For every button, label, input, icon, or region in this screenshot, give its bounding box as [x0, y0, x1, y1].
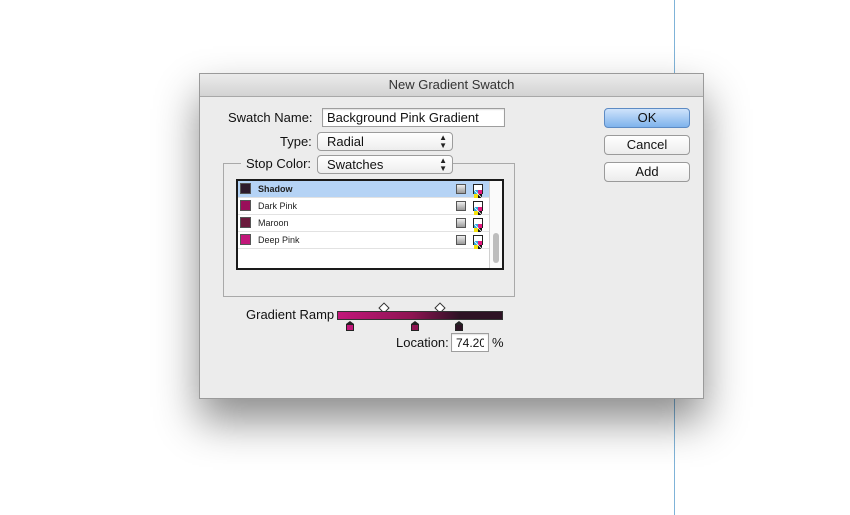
location-unit: %	[492, 335, 504, 350]
cmyk-mode-icon	[456, 201, 466, 211]
swatch-row-shadow[interactable]: Shadow	[238, 181, 489, 199]
stop-color-label: Stop Color:	[246, 156, 312, 171]
ok-button[interactable]: OK	[604, 108, 690, 128]
cmyk-mode-icon	[456, 218, 466, 228]
gradient-stop-2-selected[interactable]	[455, 321, 463, 331]
swatch-row-maroon[interactable]: Maroon	[238, 215, 489, 233]
swatch-name-label: Swatch Name:	[228, 110, 313, 125]
gradient-stop-1[interactable]	[411, 321, 419, 331]
scrollbar-thumb[interactable]	[493, 233, 499, 263]
color-chip	[240, 234, 251, 245]
add-button[interactable]: Add	[604, 162, 690, 182]
process-color-icon	[473, 235, 483, 250]
type-label: Type:	[280, 134, 312, 149]
process-color-icon	[473, 184, 483, 199]
type-select-value: Radial	[327, 134, 364, 149]
swatch-list[interactable]: Shadow Dark Pink Maroon Deep Pink	[236, 179, 504, 270]
color-chip	[240, 217, 251, 228]
swatch-label: Deep Pink	[258, 235, 300, 245]
swatch-row-deep-pink[interactable]: Deep Pink	[238, 232, 489, 250]
stop-color-select[interactable]: Swatches ▲ ▼	[317, 155, 453, 174]
up-down-arrows-icon: ▲ ▼	[439, 155, 447, 173]
color-chip	[240, 183, 251, 194]
color-chip	[240, 200, 251, 211]
gradient-ramp[interactable]	[337, 311, 503, 320]
gradient-ramp-label: Gradient Ramp	[246, 307, 335, 322]
process-color-icon	[473, 218, 483, 233]
process-color-icon	[473, 201, 483, 216]
gradient-stop-0[interactable]	[346, 321, 354, 331]
cmyk-mode-icon	[456, 184, 466, 194]
location-label: Location:	[396, 335, 449, 350]
cancel-button[interactable]: Cancel	[604, 135, 690, 155]
location-input[interactable]	[451, 333, 489, 352]
cmyk-mode-icon	[456, 235, 466, 245]
swatch-label: Shadow	[258, 184, 293, 194]
dialog-title: New Gradient Swatch	[200, 74, 703, 97]
swatch-label: Dark Pink	[258, 201, 298, 211]
up-down-arrows-icon: ▲ ▼	[439, 132, 447, 150]
stop-color-select-value: Swatches	[327, 157, 384, 172]
swatch-name-input[interactable]	[322, 108, 505, 127]
new-gradient-swatch-dialog: New Gradient Swatch Swatch Name: Type: R…	[199, 73, 704, 399]
swatch-label: Maroon	[258, 218, 289, 228]
swatch-list-scrollbar[interactable]	[490, 181, 502, 268]
type-select[interactable]: Radial ▲ ▼	[317, 132, 453, 151]
swatch-row-dark-pink[interactable]: Dark Pink	[238, 198, 489, 216]
